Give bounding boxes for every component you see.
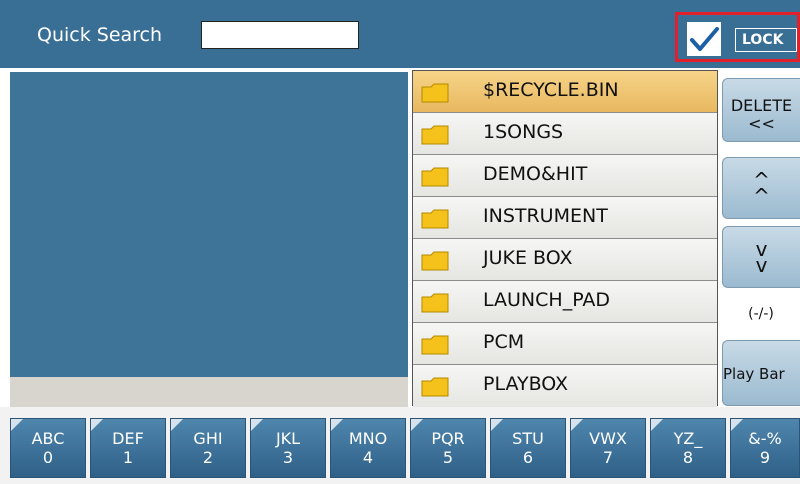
folder-icon — [421, 167, 449, 187]
key-vwx[interactable]: VWX 7 — [570, 418, 646, 478]
key-letters: VWX — [589, 429, 627, 448]
list-item[interactable]: PCM — [413, 323, 717, 365]
key-letters: ABC — [31, 429, 65, 448]
folder-icon — [421, 377, 449, 397]
chevron-down-icon: v — [755, 253, 768, 277]
key-ghi[interactable]: GHI 2 — [170, 418, 246, 478]
lock-button[interactable]: LOCK — [735, 28, 797, 52]
key-letters: MNO — [348, 429, 388, 448]
file-name: PCM — [483, 331, 525, 353]
quick-search-label: Quick Search — [37, 24, 163, 46]
list-item[interactable]: PLAYBOX — [413, 365, 717, 407]
folder-icon — [421, 293, 449, 313]
lock-control: LOCK — [675, 12, 800, 62]
key-digit: 5 — [442, 448, 454, 467]
folder-icon — [421, 125, 449, 145]
list-item[interactable]: 1SONGS — [413, 113, 717, 155]
quick-search-input[interactable] — [201, 21, 359, 49]
file-name: INSTRUMENT — [483, 205, 608, 227]
key-digit: 3 — [282, 448, 294, 467]
page-up-button[interactable]: ^ ^ — [722, 157, 800, 219]
key-digit: 2 — [202, 448, 214, 467]
file-name: PLAYBOX — [483, 373, 569, 395]
key-symbols[interactable]: &-% 9 — [730, 418, 800, 478]
key-letters: PQR — [431, 429, 465, 448]
key-digit: 9 — [759, 448, 771, 467]
key-abc[interactable]: ABC 0 — [10, 418, 86, 478]
page-down-button[interactable]: v v — [722, 226, 800, 288]
file-name: JUKE BOX — [483, 247, 573, 269]
folder-icon — [421, 209, 449, 229]
delete-button[interactable]: DELETE << — [722, 78, 800, 142]
chevron-up-icon: ^ — [753, 184, 770, 208]
key-digit: 1 — [122, 448, 134, 467]
delete-button-label: DELETE — [730, 96, 793, 115]
key-letters: STU — [512, 429, 544, 448]
key-digit: 0 — [42, 448, 54, 467]
key-letters: DEF — [112, 429, 144, 448]
key-pqr[interactable]: PQR 5 — [410, 418, 486, 478]
list-item[interactable]: DEMO&HIT — [413, 155, 717, 197]
key-jkl[interactable]: JKL 3 — [250, 418, 326, 478]
file-name: LAUNCH_PAD — [483, 289, 611, 311]
delete-button-arrow: << — [748, 114, 775, 133]
check-icon — [690, 27, 719, 51]
file-name: 1SONGS — [483, 121, 564, 143]
preview-panel — [10, 72, 408, 377]
list-item[interactable]: INSTRUMENT — [413, 197, 717, 239]
key-letters: GHI — [193, 429, 223, 448]
lock-checkbox[interactable] — [687, 22, 721, 56]
list-item[interactable]: $RECYCLE.BIN — [413, 71, 717, 113]
key-letters: YZ_ — [673, 429, 703, 448]
key-letters: &-% — [748, 429, 782, 448]
top-bar: Quick Search LOCK — [0, 0, 800, 68]
folder-icon — [421, 83, 449, 103]
key-yz[interactable]: YZ_ 8 — [650, 418, 726, 478]
key-stu[interactable]: STU 6 — [490, 418, 566, 478]
folder-icon — [421, 335, 449, 355]
key-digit: 6 — [522, 448, 534, 467]
key-digit: 4 — [362, 448, 374, 467]
folder-icon — [421, 251, 449, 271]
play-bar-button[interactable]: Play Bar — [722, 340, 800, 406]
key-letters: JKL — [275, 429, 301, 448]
key-def[interactable]: DEF 1 — [90, 418, 166, 478]
page-indicator: (-/-) — [748, 306, 774, 322]
list-item[interactable]: LAUNCH_PAD — [413, 281, 717, 323]
file-name: $RECYCLE.BIN — [483, 79, 619, 101]
preview-panel-footer — [10, 377, 408, 407]
file-list: $RECYCLE.BIN 1SONGS DEMO&HIT INSTRUMENT … — [412, 70, 718, 407]
file-name: DEMO&HIT — [483, 163, 588, 185]
key-digit: 8 — [682, 448, 694, 467]
key-digit: 7 — [602, 448, 614, 467]
list-item[interactable]: JUKE BOX — [413, 239, 717, 281]
key-mno[interactable]: MNO 4 — [330, 418, 406, 478]
